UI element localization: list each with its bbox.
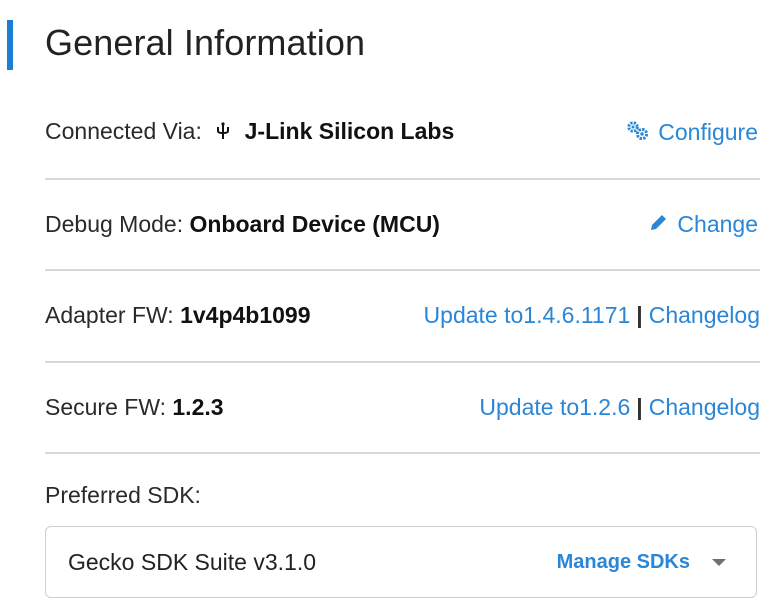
sdk-select[interactable]: Gecko SDK Suite v3.1.0 Manage SDKs [45,526,757,598]
section-accent-bar [7,20,13,70]
debug-mode-row: Debug Mode: Onboard Device (MCU) Change [45,178,760,270]
adapter-fw-label: Adapter FW: [45,301,174,328]
connected-via-label: Connected Via: [45,117,202,144]
debug-mode-label: Debug Mode: [45,210,184,237]
secure-fw-value: 1.2.3 [172,393,224,420]
configure-button[interactable]: Configure [626,119,760,146]
adapter-fw-row: Adapter FW: 1v4p4b1099 Update to1.4.6.11… [45,269,760,361]
adapter-fw-value: 1v4p4b1099 [180,301,311,328]
divider [45,452,760,454]
manage-sdks-button[interactable]: Manage SDKs [557,551,690,574]
connected-via-value: J-Link Silicon Labs [244,117,455,144]
usb-icon [216,119,230,146]
sdk-select-value: Gecko SDK Suite v3.1.0 [68,548,317,575]
change-label: Change [677,210,758,237]
gears-icon [626,119,650,146]
adapter-fw-update-link[interactable]: Update to1.4.6.1171 [424,302,631,328]
pencil-icon [649,211,669,238]
secure-fw-row: Secure FW: 1.2.3 Update to1.2.6 | Changelo… [45,361,760,453]
connected-via-row: Connected Via: J-Link Silicon Labs Confi… [45,86,760,178]
adapter-fw-changelog-link[interactable]: Changelog [649,302,760,328]
preferred-sdk-label: Preferred SDK: [45,482,201,508]
section-title: General Information [45,22,366,63]
link-separator: | [636,301,643,328]
secure-fw-update-link[interactable]: Update to1.2.6 [479,394,630,420]
debug-mode-value: Onboard Device (MCU) [189,210,440,237]
change-button[interactable]: Change [649,211,760,238]
secure-fw-changelog-link[interactable]: Changelog [649,394,760,420]
chevron-down-icon[interactable] [712,558,726,566]
configure-label: Configure [658,118,758,145]
link-separator: | [636,393,643,420]
secure-fw-label: Secure FW: [45,393,166,420]
